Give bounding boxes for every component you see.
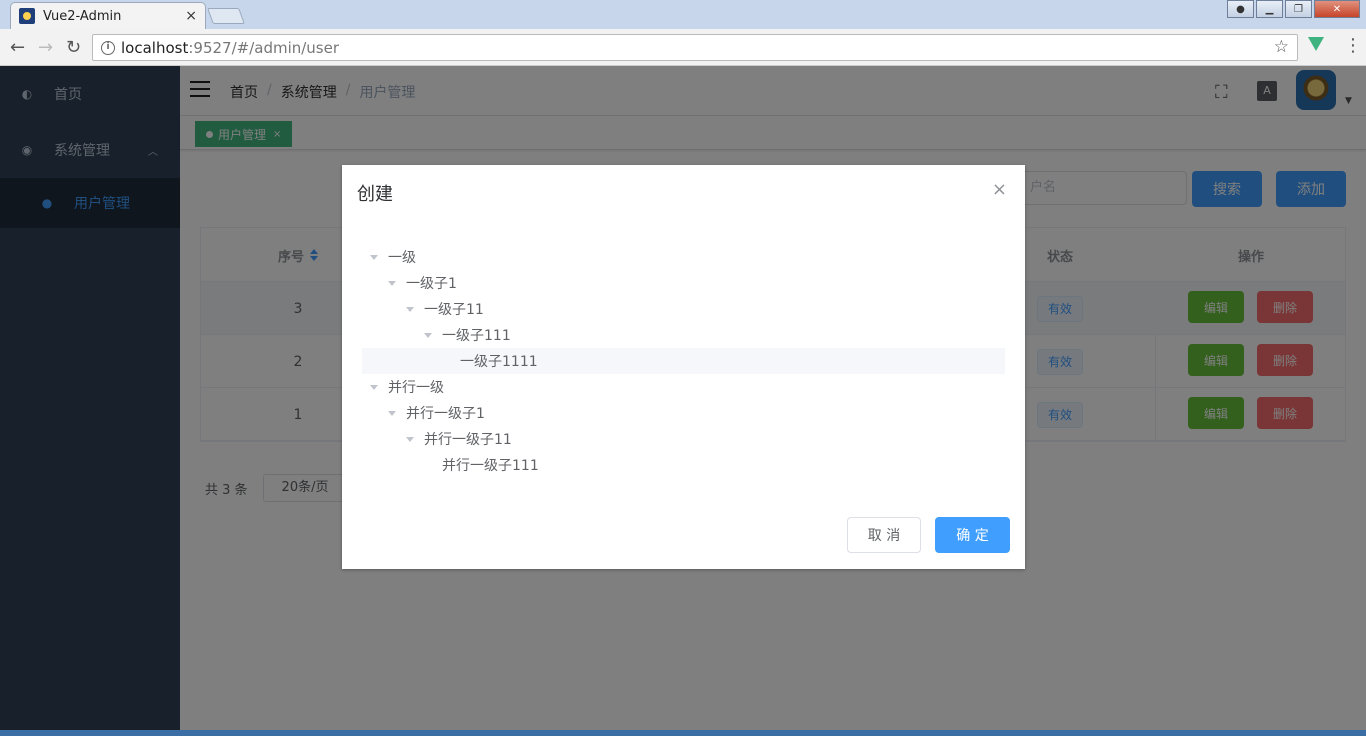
tree-node[interactable]: 一级子11 [362, 296, 1005, 322]
tree-node[interactable]: 一级子1 [362, 270, 1005, 296]
close-icon[interactable]: × [992, 179, 1007, 200]
browser-tabstrip: Vue2-Admin × ● ▁ ❐ ✕ [0, 0, 1366, 29]
address-bar[interactable]: i localhost:9527/#/admin/user ☆ [92, 34, 1298, 61]
caret-down-icon[interactable] [424, 332, 432, 338]
tree-node[interactable]: 一级子111 [362, 322, 1005, 348]
url-host: localhost [121, 38, 189, 57]
url-path: :9527/#/admin/user [188, 38, 340, 57]
tree-node-label: 并行一级子11 [424, 432, 512, 448]
tree-node-label: 一级子1 [406, 276, 457, 292]
info-icon[interactable]: i [101, 40, 115, 55]
tree-node-label: 并行一级子1 [406, 406, 485, 422]
tree-node-label: 并行一级 [388, 380, 444, 396]
window-controls: ● ▁ ❐ ✕ [1225, 0, 1360, 18]
caret-down-icon[interactable] [388, 280, 396, 286]
tree: 一级一级子1 一级子11 一级子111 一级子1111 并行一级并行一级子1 并行一级子1… [362, 244, 1005, 478]
os-taskbar [0, 730, 1366, 736]
cancel-button[interactable]: 取 消 [847, 517, 921, 553]
browser-tab[interactable]: Vue2-Admin × [10, 2, 206, 29]
caret-down-icon[interactable] [370, 384, 378, 390]
tree-node-label: 一级子111 [442, 328, 511, 344]
forward-icon[interactable]: → [38, 37, 53, 58]
caret-down-icon [424, 463, 432, 468]
tab-title: Vue2-Admin [43, 8, 122, 24]
browser-menu-icon[interactable]: ⋮ [1344, 35, 1362, 56]
minimize-icon[interactable]: ▁ [1256, 0, 1283, 18]
tree-node-label: 一级 [388, 250, 416, 266]
tree-node[interactable]: 并行一级 [362, 374, 1005, 400]
caret-down-icon[interactable] [406, 436, 414, 442]
tree-node[interactable]: 并行一级子1 [362, 400, 1005, 426]
window-close-icon[interactable]: ✕ [1314, 0, 1360, 18]
create-dialog: 创建 × 一级一级子1 一级子11 一级子111 一级子1111 并行一级并行一级子1 并… [342, 165, 1025, 569]
tree-node-label: 一级子1111 [460, 354, 538, 370]
reload-icon[interactable]: ↻ [66, 37, 81, 58]
caret-down-icon[interactable] [370, 254, 378, 260]
tree-node-label: 一级子11 [424, 302, 484, 318]
browser-toolbar: ← → ↻ i localhost:9527/#/admin/user ☆ ⋮ [0, 29, 1366, 66]
tree-node[interactable]: 并行一级子111 [362, 452, 1005, 478]
tree-node[interactable]: 一级 [362, 244, 1005, 270]
bookmark-star-icon[interactable]: ☆ [1274, 37, 1289, 57]
restore-icon[interactable]: ❐ [1285, 0, 1312, 18]
user-profile-icon[interactable]: ● [1227, 0, 1254, 18]
favicon-icon [19, 8, 35, 24]
new-tab-button[interactable] [207, 8, 245, 24]
dialog-title: 创建 [357, 184, 393, 205]
tab-close-icon[interactable]: × [185, 8, 197, 24]
caret-down-icon [442, 359, 450, 364]
confirm-button[interactable]: 确 定 [935, 517, 1010, 553]
vue-devtools-icon[interactable] [1308, 37, 1324, 51]
caret-down-icon[interactable] [388, 410, 396, 416]
dialog-footer: 取 消 确 定 [847, 517, 1010, 553]
tree-node[interactable]: 并行一级子11 [362, 426, 1005, 452]
tree-node[interactable]: 一级子1111 [362, 348, 1005, 374]
caret-down-icon[interactable] [406, 306, 414, 312]
tree-node-label: 并行一级子111 [442, 458, 539, 474]
back-icon[interactable]: ← [10, 37, 25, 58]
